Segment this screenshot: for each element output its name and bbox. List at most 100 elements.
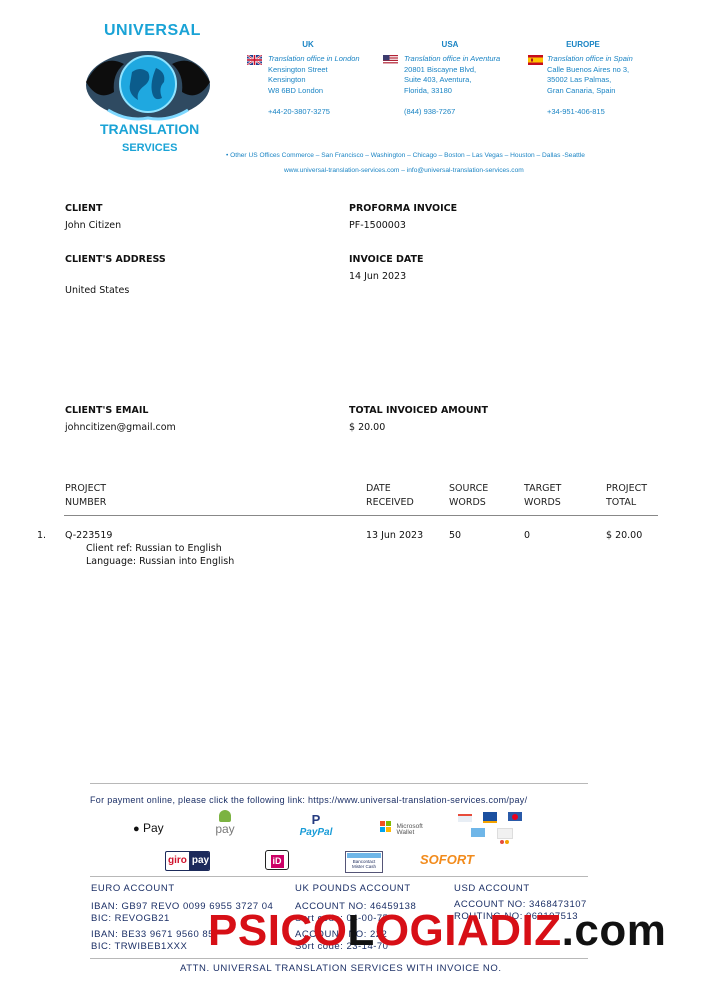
footer-middle-rule: [90, 876, 588, 877]
col-header-project-number-line1: PROJECT: [65, 483, 107, 494]
row-source-words: 50: [449, 530, 462, 541]
giropay-label-giro: giro: [166, 855, 189, 866]
watermark-part-3: OGIADIZ: [374, 906, 562, 955]
col-header-date-received-line1: DATE: [366, 483, 391, 494]
attn-note: ATTN. UNIVERSAL TRANSLATION SERVICES WIT…: [180, 963, 502, 974]
euro-account-block-2: IBAN: BE33 9671 9560 85 BIC: TRWIBEB1XXX: [91, 929, 214, 953]
col-header-target-words-line2: WORDS: [524, 497, 561, 508]
logo-text-middle: TRANSLATION: [100, 121, 200, 137]
client-address-value: United States: [65, 285, 130, 296]
client-label: CLIENT: [65, 203, 103, 214]
row-project-number: Q-223519: [65, 530, 113, 541]
total-amount-value: $ 20.00: [349, 422, 386, 433]
total-amount-label: TOTAL INVOICED AMOUNT: [349, 405, 488, 416]
watermark-part-4: .com: [561, 906, 667, 955]
office-uk-line-2: Kensington Street: [268, 64, 328, 74]
col-header-date-received: DATE RECEIVED: [366, 482, 414, 510]
row-target-words: 0: [524, 530, 531, 541]
bancontact-label-2: Mister Cash: [351, 864, 376, 869]
office-usa-line-3: Suite 403, Aventura,: [404, 75, 472, 84]
office-europe-phone: +34-951-406-815: [547, 107, 605, 116]
office-region-europe: EUROPE: [566, 40, 600, 49]
card-discover-icon: [458, 814, 472, 822]
logo-text-bottom: SERVICES: [122, 142, 178, 154]
col-header-date-received-line2: RECEIVED: [366, 497, 414, 508]
other-offices-line: • Other US Offices Commerce – San Franci…: [226, 152, 585, 159]
table-header-divider: [64, 515, 658, 516]
giropay-label-pay: pay: [188, 852, 209, 870]
microsoft-wallet-icon[interactable]: Microsoft Wallet: [380, 821, 423, 839]
euro-account-title: EURO ACCOUNT: [91, 883, 175, 894]
office-europe-line-3: 35002 Las Palmas,: [547, 75, 612, 84]
row-client-ref: Client ref: Russian to English: [86, 543, 222, 554]
euro-account-iban-2: IBAN: BE33 9671 9560 85: [91, 929, 214, 940]
office-uk-line-3: Kensington: [268, 75, 306, 84]
office-uk-phone: +44-20-3807-3275: [268, 107, 330, 116]
office-usa-address: Translation office in Aventura 20801 Bis…: [404, 54, 500, 96]
row-index: 1.: [37, 530, 47, 541]
payment-link-text[interactable]: For payment online, please click the fol…: [90, 795, 527, 805]
client-value: John Citizen: [65, 220, 122, 231]
office-region-usa: USA: [441, 40, 459, 49]
office-usa-line-4: Florida, 33180: [404, 85, 452, 95]
invoice-date-label: INVOICE DATE: [349, 254, 424, 265]
row-project-total: $ 20.00: [606, 530, 643, 541]
col-header-project-number: PROJECT NUMBER: [65, 482, 106, 510]
client-address-label: CLIENT'S ADDRESS: [65, 254, 166, 265]
sofort-icon[interactable]: SOFORT: [420, 852, 474, 867]
microsoft-wallet-label-2: Wallet: [396, 829, 415, 836]
footer-bottom-rule: [90, 958, 588, 959]
uk-pounds-account-title: UK POUNDS ACCOUNT: [295, 883, 411, 894]
col-header-source-words: SOURCE WORDS: [449, 482, 488, 510]
office-usa-phone: (844) 938-7267: [404, 107, 456, 116]
office-europe-address: Translation office in Spain Calle Buenos…: [547, 54, 633, 96]
office-uk-line-4: W8 6BD London: [268, 85, 324, 95]
spain-flag-icon: [528, 55, 543, 65]
usd-account-title: USD ACCOUNT: [454, 883, 530, 894]
uk-flag-icon: [247, 55, 262, 65]
bancontact-icon[interactable]: Bancontact Mister Cash: [345, 851, 383, 873]
office-europe-line-2: Calle Buenos Aires no 3,: [547, 64, 630, 74]
proforma-label: PROFORMA INVOICE: [349, 203, 458, 214]
col-header-project-number-line2: NUMBER: [65, 497, 107, 508]
office-region-uk: UK: [302, 40, 314, 49]
microsoft-logo-icon: [380, 821, 391, 832]
website-email-line[interactable]: www.universal-translation-services.com –…: [284, 167, 524, 174]
android-pay-label: pay: [215, 822, 235, 836]
row-language: Language: Russian into English: [86, 556, 235, 567]
invoice-date-value: 14 Jun 2023: [349, 271, 407, 282]
row-date-received: 13 Jun 2023: [366, 530, 424, 541]
office-europe-line-4: Gran Canaria, Spain: [547, 85, 616, 95]
office-usa-line-2: 20801 Biscayne Blvd,: [404, 64, 477, 74]
col-header-project-total-line2: TOTAL: [606, 497, 637, 508]
euro-account-bic-2: BIC: TRWIBEB1XXX: [91, 941, 188, 952]
col-header-project-total-line1: PROJECT: [606, 483, 648, 494]
giropay-icon[interactable]: giro pay: [165, 851, 210, 871]
office-uk-address: Translation office in London Kensington …: [268, 54, 360, 96]
office-usa-line-1: Translation office in Aventura: [404, 54, 501, 63]
ideal-label: iD: [270, 855, 284, 868]
col-header-project-total: PROJECT TOTAL: [606, 482, 647, 510]
col-header-source-words-line2: WORDS: [449, 497, 486, 508]
footer-top-rule: [90, 783, 588, 784]
card-maestro-icon: [497, 828, 513, 844]
card-visa-icon: [483, 812, 497, 823]
col-header-target-words-line1: TARGET: [524, 483, 562, 494]
paypal-icon[interactable]: P PayPal: [296, 812, 336, 838]
watermark-part-1: PSICO: [208, 906, 348, 955]
paypal-label: PayPal: [299, 827, 333, 838]
client-email-label: CLIENT'S EMAIL: [65, 405, 149, 416]
apple-pay-icon[interactable]: ● Pay: [133, 821, 164, 835]
office-europe-line-1: Translation office in Spain: [547, 54, 633, 63]
globe-logo-icon: [86, 51, 210, 121]
proforma-value: PF-1500003: [349, 220, 406, 231]
card-amex-icon: [471, 828, 485, 837]
card-mastercard-icon: [508, 812, 522, 821]
ideal-icon[interactable]: iD: [265, 850, 289, 870]
office-uk-line-1: Translation office in London: [268, 54, 360, 63]
client-email-value: johncitizen@gmail.com: [65, 422, 176, 433]
android-pay-icon[interactable]: pay: [212, 810, 238, 836]
col-header-source-words-line1: SOURCE: [449, 483, 489, 494]
logo-text-top: UNIVERSAL: [104, 22, 201, 39]
usa-flag-icon: [383, 55, 398, 65]
